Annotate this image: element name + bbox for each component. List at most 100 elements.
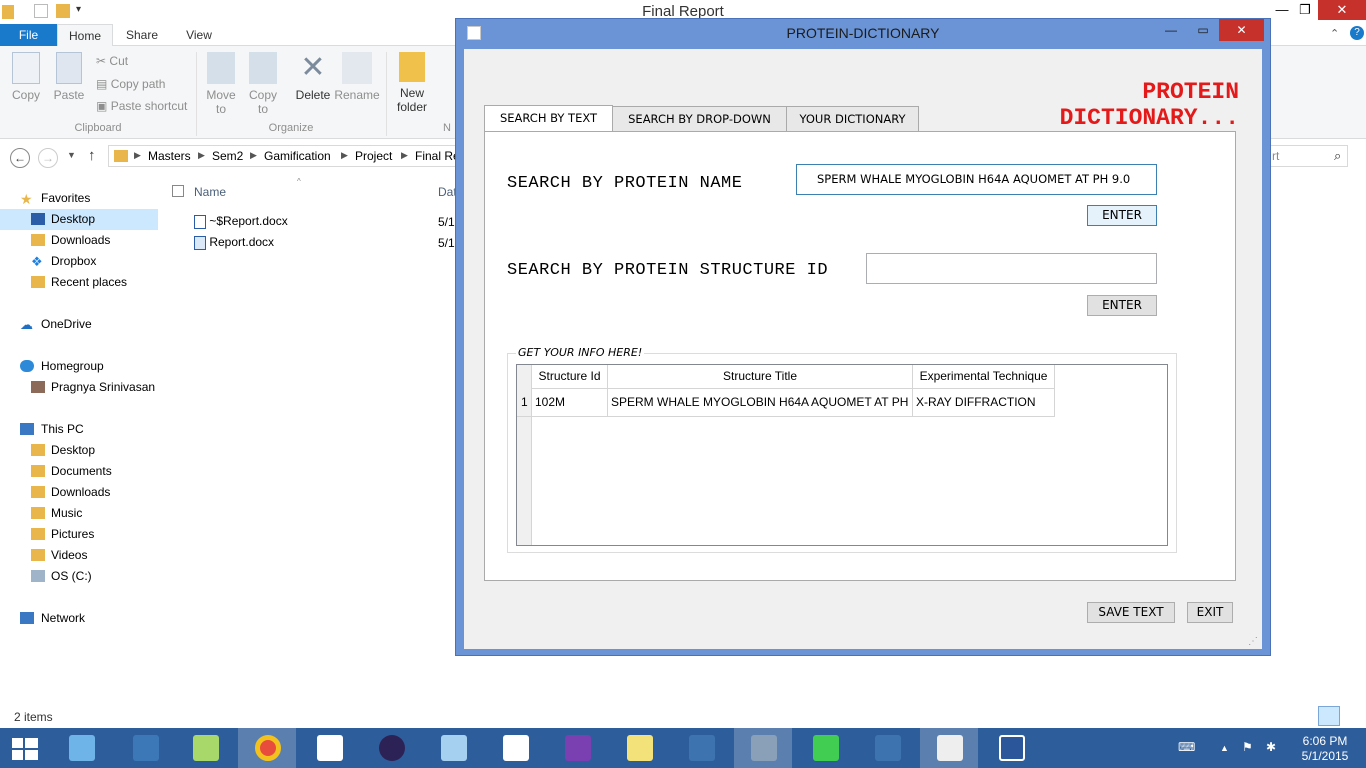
taskbar-app-ipython[interactable] (920, 728, 978, 768)
column-date[interactable]: Dat (438, 185, 457, 199)
tab-share[interactable]: Share (113, 24, 171, 46)
taskbar-app-apps[interactable] (486, 728, 544, 768)
nav-videos[interactable]: Videos (0, 545, 158, 566)
tab-file[interactable]: File (0, 24, 57, 46)
close-button[interactable]: ✕ (1219, 19, 1264, 41)
taskbar-app-explorer[interactable] (116, 728, 174, 768)
column-experimental-technique[interactable]: Experimental Technique (913, 365, 1055, 389)
cell-structure-id[interactable]: 102M (532, 389, 608, 417)
taskbar-app-python2[interactable] (858, 728, 916, 768)
file-row[interactable]: Report.docx (194, 235, 274, 250)
results-table[interactable]: Structure Id Structure Title Experimenta… (516, 364, 1168, 546)
nav-pc-downloads[interactable]: Downloads (0, 482, 158, 503)
nav-desktop[interactable]: Desktop (0, 209, 158, 230)
name-enter-button[interactable]: ENTER (1087, 205, 1157, 226)
nav-user[interactable]: Pragnya Srinivasan (0, 377, 158, 398)
taskbar-app-notes[interactable] (610, 728, 668, 768)
minimize-button[interactable]: — (1156, 19, 1186, 41)
paste-button[interactable]: Paste (50, 52, 88, 102)
exit-button[interactable]: EXIT (1187, 602, 1233, 623)
app-client-area: PROTEIN DICTIONARY... SEARCH BY TEXT SEA… (464, 49, 1262, 649)
cut-button[interactable]: ✂ Cut (96, 54, 128, 68)
taskbar-app-chrome[interactable] (238, 728, 296, 768)
nav-pictures[interactable]: Pictures (0, 524, 158, 545)
clipboard-group-label: Clipboard (74, 122, 122, 134)
clock[interactable]: 6:06 PM 5/1/2015 (1290, 734, 1360, 764)
copy-path-button[interactable]: ▤ Copy path (96, 77, 165, 91)
nav-documents[interactable]: Documents (0, 461, 158, 482)
paste-shortcut-button[interactable]: ▣ Paste shortcut (96, 99, 187, 113)
collapse-ribbon-icon[interactable]: ⌃ (1330, 27, 1339, 40)
show-hidden-icons-icon[interactable]: ▲ (1220, 743, 1229, 753)
tab-search-by-drop-down[interactable]: SEARCH BY DROP-DOWN (612, 106, 787, 131)
taskbar-app-ie[interactable] (52, 728, 110, 768)
maximize-button[interactable]: ▭ (1190, 19, 1216, 41)
taskbar-app-qt[interactable] (796, 728, 854, 768)
taskbar-app-eclipse[interactable] (362, 728, 420, 768)
keyboard-icon[interactable]: ⌨ (1178, 740, 1195, 754)
resize-grip-icon[interactable]: ⋰ (1248, 636, 1258, 647)
breadcrumb-masters[interactable]: Masters (148, 149, 191, 163)
tab-view[interactable]: View (171, 24, 227, 46)
taskbar-app-virtualbox[interactable] (424, 728, 482, 768)
nav-network[interactable]: Network (0, 608, 158, 629)
copy-to-button[interactable]: Copy to (244, 52, 282, 116)
forward-icon[interactable]: → (38, 148, 58, 168)
nav-recent-places[interactable]: Recent places (0, 272, 158, 293)
breadcrumb-sem2[interactable]: Sem2 (212, 149, 243, 163)
structure-id-input[interactable] (866, 253, 1157, 284)
delete-button[interactable]: ✕ Delete (292, 52, 334, 103)
new-folder-button[interactable]: New folder (392, 52, 432, 114)
nav-os-c[interactable]: OS (C:) (0, 566, 158, 587)
file-row[interactable]: ~$Report.docx (194, 214, 288, 229)
taskbar-app-word[interactable] (982, 728, 1040, 768)
tab-your-dictionary[interactable]: YOUR DICTIONARY (786, 106, 919, 131)
nav-homegroup[interactable]: Homegroup (0, 356, 158, 377)
taskbar-app-feather[interactable] (734, 728, 792, 768)
breadcrumb-final-report[interactable]: Final Re (415, 149, 460, 163)
move-to-button[interactable]: Move to (202, 52, 240, 116)
action-center-flag-icon[interactable]: ⚑ (1242, 740, 1253, 754)
id-enter-button[interactable]: ENTER (1087, 295, 1157, 316)
column-name[interactable]: Name (194, 185, 226, 199)
rename-button[interactable]: Rename (334, 52, 380, 102)
back-icon[interactable]: ← (10, 148, 30, 168)
nav-pc-desktop[interactable]: Desktop (0, 440, 158, 461)
nav-music[interactable]: Music (0, 503, 158, 524)
tab-search-by-text[interactable]: SEARCH BY TEXT (484, 105, 613, 131)
nav-label: Desktop (51, 443, 96, 457)
nav-favorites[interactable]: ★ Favorites (0, 188, 158, 209)
column-structure-title[interactable]: Structure Title (608, 365, 913, 389)
taskbar-app-notepadpp[interactable] (176, 728, 234, 768)
recent-locations-icon[interactable]: ▼ (67, 150, 76, 160)
breadcrumb-project[interactable]: Project (355, 149, 392, 163)
select-all-checkbox[interactable] (172, 185, 184, 197)
help-icon[interactable]: ? (1350, 26, 1364, 40)
start-button[interactable] (12, 738, 38, 760)
maximize-button[interactable]: ❐ (1292, 0, 1318, 20)
details-view-icon[interactable] (1318, 706, 1340, 726)
search-icon[interactable]: ⌕ (1334, 148, 1341, 164)
breadcrumb-separator: ▶ (198, 150, 205, 160)
search-placeholder[interactable]: rt (1272, 149, 1279, 163)
taskbar-app-python[interactable] (672, 728, 730, 768)
taskbar-app-visual-studio[interactable] (548, 728, 606, 768)
save-text-button[interactable]: SAVE TEXT (1087, 602, 1175, 623)
protein-name-input[interactable]: SPERM WHALE MYOGLOBIN H64A AQUOMET AT PH… (796, 164, 1157, 195)
nav-this-pc[interactable]: This PC (0, 419, 158, 440)
box-icon (441, 735, 467, 761)
tiles-view-icon[interactable] (1344, 706, 1362, 726)
close-button[interactable]: ✕ (1318, 0, 1366, 20)
nav-dropbox[interactable]: ❖ Dropbox (0, 251, 158, 272)
tab-home[interactable]: Home (57, 24, 113, 47)
network-status-icon[interactable]: ✱ (1266, 740, 1276, 754)
up-icon[interactable]: ↑ (88, 147, 96, 164)
nav-onedrive[interactable]: ☁ OneDrive (0, 314, 158, 335)
taskbar-app-blank[interactable] (300, 728, 358, 768)
copy-button[interactable]: Copy (6, 52, 46, 102)
column-structure-id[interactable]: Structure Id (532, 365, 608, 389)
nav-downloads[interactable]: Downloads (0, 230, 158, 251)
breadcrumb-gamification[interactable]: Gamification (264, 149, 331, 163)
cell-structure-title[interactable]: SPERM WHALE MYOGLOBIN H64A AQUOMET AT PH… (608, 389, 913, 417)
cell-experimental-technique[interactable]: X-RAY DIFFRACTION (913, 389, 1055, 417)
